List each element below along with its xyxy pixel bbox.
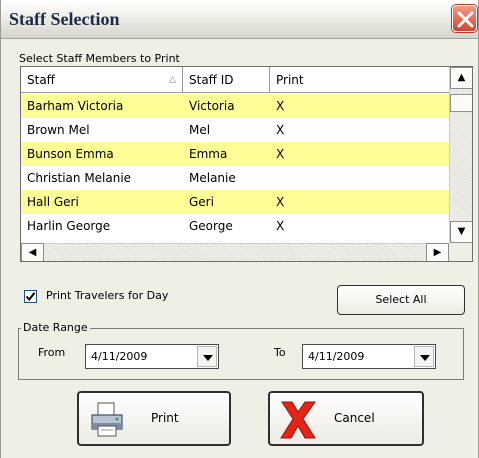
cancel-button[interactable]: Cancel [268, 391, 424, 446]
print-button[interactable]: Print [77, 391, 231, 446]
cell-print[interactable]: X [270, 118, 284, 142]
cell-staff: Hall Geri [27, 195, 79, 209]
staff-selection-dialog: Staff Selection Select Staff Members to … [0, 0, 479, 458]
column-header-staff-id[interactable]: Staff ID [183, 67, 270, 93]
scroll-up-button[interactable]: ▲ [450, 67, 472, 89]
from-label: From [38, 346, 66, 359]
cell-print[interactable]: X [270, 190, 284, 214]
grid-caption: Select Staff Members to Print [19, 52, 180, 65]
cancel-x-icon [280, 401, 316, 439]
close-button[interactable] [452, 5, 477, 32]
sort-ascending-icon: △ [169, 75, 176, 85]
cell-print[interactable]: X [270, 142, 284, 166]
chevron-down-icon[interactable] [414, 346, 434, 367]
scroll-left-button[interactable]: ◀ [21, 243, 44, 261]
close-icon [457, 11, 474, 28]
date-range-legend: Date Range [21, 321, 90, 334]
arrow-right-icon: ▶ [433, 247, 442, 258]
table-row[interactable]: Hall Geri Geri X [21, 190, 449, 214]
dialog-title: Staff Selection [9, 9, 120, 29]
chevron-down-icon[interactable] [197, 346, 217, 367]
table-row[interactable]: Barham Victoria Victoria X [21, 94, 449, 118]
vertical-scrollbar[interactable]: ▲ ▼ [449, 67, 472, 243]
column-header-label: Staff [27, 73, 55, 87]
horizontal-scrollbar[interactable]: ◀ ▶ [21, 243, 449, 261]
select-all-label: Select All [375, 293, 427, 306]
table-row[interactable]: Christian Melanie Melanie [21, 166, 449, 190]
cell-staff-id: Melanie [189, 171, 236, 185]
cell-staff-id: Emma [189, 147, 228, 161]
arrow-left-icon: ◀ [28, 247, 37, 258]
grid-header: Staff △ Staff ID Print [21, 67, 449, 93]
to-date-value: 4/11/2009 [308, 350, 365, 363]
cell-staff: Harlin George [27, 219, 111, 233]
print-button-label: Print [151, 411, 179, 425]
cell-staff-id: George [189, 219, 233, 233]
cell-staff-id: Mel [189, 123, 211, 137]
staff-grid[interactable]: Staff △ Staff ID Print Barham Victoria V… [20, 66, 473, 262]
print-travelers-label[interactable]: Print Travelers for Day [46, 289, 168, 302]
scroll-right-button[interactable]: ▶ [426, 243, 449, 261]
from-date-value: 4/11/2009 [91, 350, 148, 363]
printer-icon [91, 402, 123, 437]
to-label: To [274, 346, 286, 359]
arrow-up-icon: ▲ [457, 72, 466, 83]
table-row[interactable]: Brown Mel Mel X [21, 118, 449, 142]
title-bar[interactable]: Staff Selection [1, 0, 478, 39]
table-row[interactable]: Bunson Emma Emma X [21, 142, 449, 166]
cell-staff-id: Geri [189, 195, 214, 209]
cell-staff: Barham Victoria [27, 99, 124, 113]
scroll-thumb[interactable] [450, 94, 472, 112]
cell-staff: Bunson Emma [27, 147, 114, 161]
cell-print[interactable] [270, 166, 276, 190]
scroll-down-button[interactable]: ▼ [450, 221, 472, 243]
column-header-staff[interactable]: Staff △ [21, 67, 183, 93]
print-travelers-checkbox[interactable] [24, 290, 37, 303]
to-date-picker[interactable]: 4/11/2009 [302, 344, 436, 369]
from-date-picker[interactable]: 4/11/2009 [85, 344, 219, 369]
arrow-down-icon: ▼ [457, 226, 466, 237]
select-all-button[interactable]: Select All [337, 285, 465, 315]
cell-staff: Christian Melanie [27, 171, 132, 185]
column-header-print[interactable]: Print [270, 67, 449, 93]
cell-print[interactable]: X [270, 214, 284, 238]
cell-print[interactable]: X [270, 94, 284, 118]
column-header-label: Print [276, 73, 304, 87]
cell-staff: Brown Mel [27, 123, 90, 137]
table-row[interactable]: Harlin George George X [21, 214, 449, 238]
column-header-label: Staff ID [189, 73, 234, 87]
cell-staff-id: Victoria [189, 99, 235, 113]
cancel-button-label: Cancel [334, 411, 375, 425]
checkmark-icon [25, 292, 36, 302]
scrollbar-corner [449, 243, 472, 261]
